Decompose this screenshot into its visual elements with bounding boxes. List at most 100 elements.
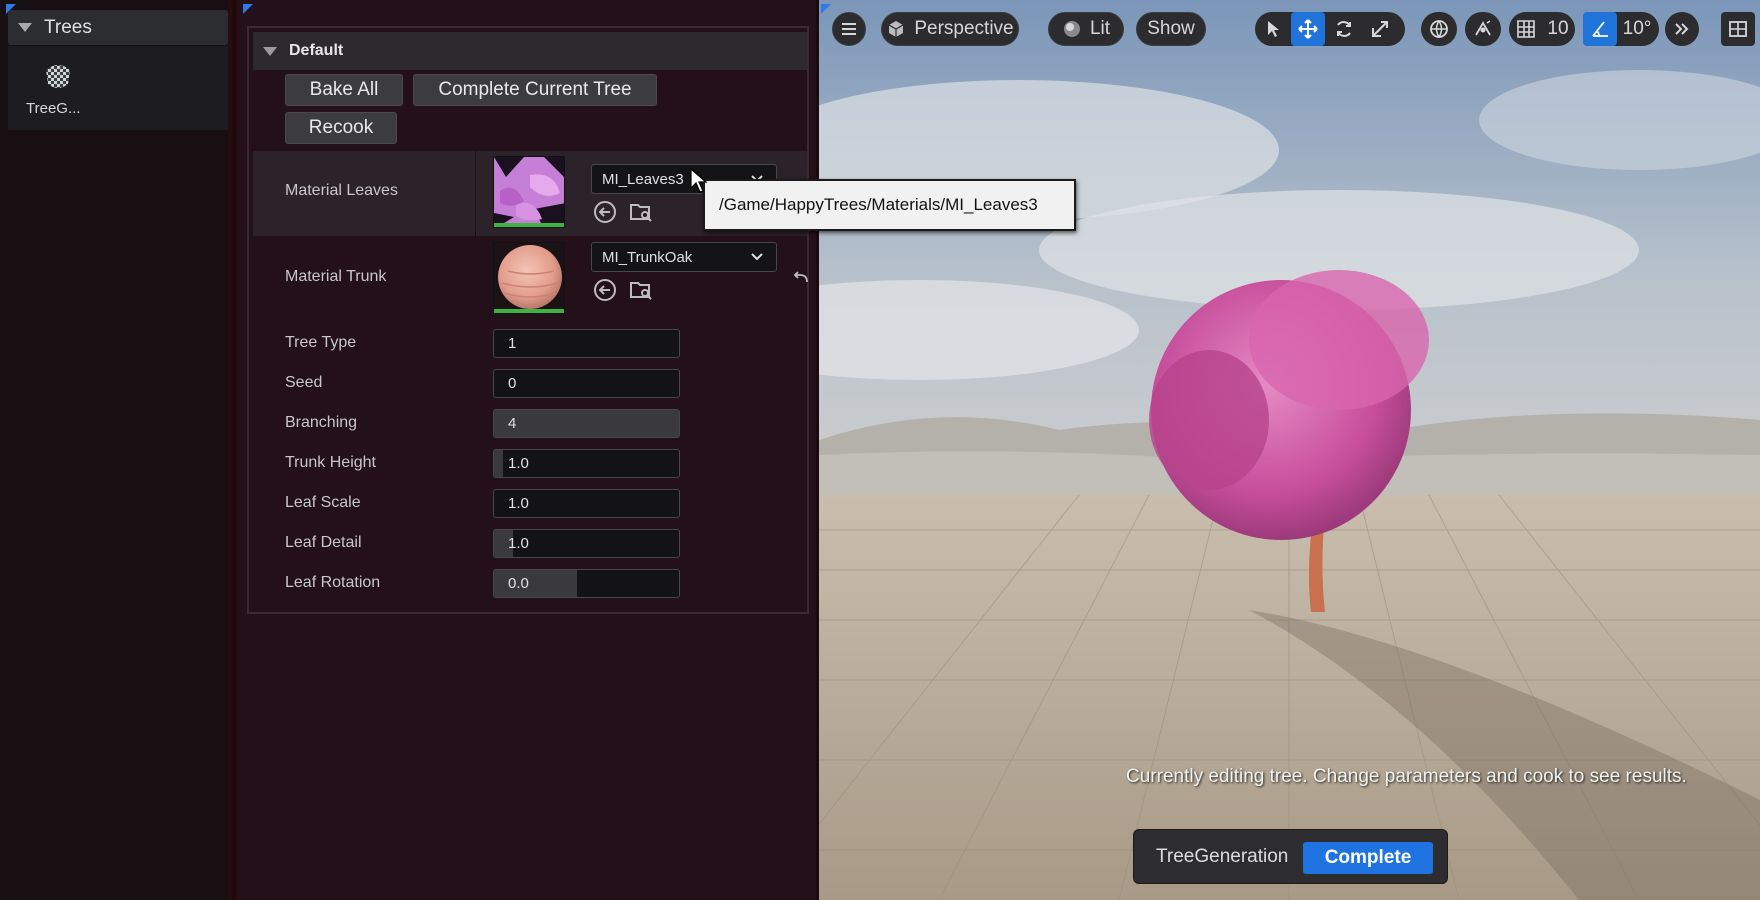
leaf-rotation-label: Leaf Rotation [285,574,381,591]
show-label: Show [1147,18,1195,39]
viewport-layout-button[interactable] [1721,12,1755,46]
seed-field[interactable]: 0 [493,369,680,398]
surface-snap-icon [1475,20,1491,36]
use-selected-asset-icon[interactable] [593,278,617,302]
grid-icon [1517,20,1535,38]
rotation-snap-button[interactable] [1583,12,1617,46]
slider-fill [494,450,504,477]
scale-icon [1372,21,1388,37]
more-options-button[interactable] [1665,12,1699,46]
progress-task-label: TreeGeneration [1156,846,1289,867]
details-panel: Default Bake All Complete Current Tree R… [236,0,816,900]
asset-path-tooltip: /Game/HappyTrees/Materials/MI_Leaves3 [703,179,1076,231]
material-leaves-thumbnail[interactable] [493,156,565,228]
collapse-triangle-icon[interactable] [263,46,277,56]
browse-to-asset-icon[interactable] [629,200,653,224]
world-space-toggle[interactable] [1421,12,1457,46]
select-tool-button[interactable] [1255,12,1291,46]
tree-type-label: Tree Type [285,334,357,351]
globe-icon [1430,20,1448,39]
leaf-scale-field[interactable]: 1.0 [493,489,680,518]
lit-sphere-icon [1063,21,1080,37]
browse-to-asset-icon[interactable] [629,278,653,302]
perspective-label: Perspective [914,18,1014,39]
recook-button[interactable]: Recook [285,112,397,144]
viewport-hint-text: Currently editing tree. Change parameter… [1126,766,1687,787]
seed-value: 0 [508,375,517,392]
grid-snap-group: 10 [1509,12,1575,46]
grid-snap-value[interactable]: 10 [1543,12,1573,46]
leaf-detail-field[interactable]: 1.0 [493,529,680,558]
material-trunk-dropdown[interactable]: MI_TrunkOak [591,242,777,272]
more-options-toggle[interactable] [1665,12,1699,46]
trunk-height-label: Trunk Height [285,454,376,471]
trees-header-label: Trees [44,16,92,38]
move-arrows-icon [1298,19,1318,39]
move-tool-button[interactable] [1291,12,1325,46]
show-button[interactable]: Show [1136,12,1206,46]
lit-mode-button[interactable]: Lit [1048,12,1124,46]
surface-snap-toggle[interactable] [1465,12,1501,46]
double-chevron-right-icon [1675,23,1689,35]
leaf-rotation-field[interactable]: 0.0 [493,569,680,598]
slider-fill [494,410,679,437]
branching-field[interactable]: 4 [493,409,680,438]
complete-current-tree-button[interactable]: Complete Current Tree [413,74,657,106]
material-leaves-label: Material Leaves [285,182,398,199]
bake-all-button[interactable]: Bake All [285,74,403,106]
material-valid-bar [494,309,564,313]
surface-snap-button[interactable] [1465,12,1501,46]
lit-label: Lit [1089,18,1111,39]
tree-asset-tile[interactable]: TreeG... [8,46,228,130]
seed-label: Seed [285,374,323,391]
perspective-button[interactable]: Perspective [881,12,1019,46]
trees-panel: Trees TreeG... [0,0,232,900]
world-space-button[interactable] [1421,12,1457,46]
reset-to-default-icon[interactable] [791,268,811,288]
material-leaves-value: MI_Leaves3 [602,170,684,188]
use-selected-asset-icon[interactable] [593,200,617,224]
status-badge[interactable]: Complete [1303,842,1433,874]
default-section-header[interactable]: Default [253,32,807,70]
grid-snap-button[interactable] [1509,12,1543,46]
rotation-snap-group: 10° [1583,12,1659,46]
tree-asset-icon [46,65,70,88]
rotate-icon [1337,21,1351,37]
leaf-rotation-value: 0.0 [508,575,529,592]
trunk-material-preview-icon [494,243,564,313]
tree-generation-status: TreeGeneration Complete [1133,829,1448,884]
leaf-detail-value: 1.0 [508,535,529,552]
tree-type-value: 1 [508,335,517,352]
material-trunk-thumbnail[interactable] [493,242,565,314]
leaf-scale-value: 1.0 [508,495,529,512]
rotate-tool-button[interactable] [1325,12,1363,46]
tree-asset-label: TreeG... [26,100,81,117]
leaf-scale-label: Leaf Scale [285,494,361,511]
leaf-detail-label: Leaf Detail [285,534,362,551]
viewport-menu-button[interactable] [832,12,866,46]
transform-tools-group [1255,12,1405,46]
chevron-down-icon [751,253,763,261]
panel-corner-marker [243,4,253,14]
viewport-scene [819,0,1760,900]
mouse-cursor-icon [690,168,708,193]
branching-value: 4 [508,415,517,432]
section-title: Default [289,42,344,59]
angle-icon [1592,21,1608,37]
slider-fill [494,570,578,597]
details-frame: Default Bake All Complete Current Tree R… [247,26,809,614]
viewport-corner-marker [821,4,831,14]
level-viewport[interactable]: Perspective Lit Show 10 10° Currently ed… [819,0,1760,900]
pointer-icon [1268,21,1279,37]
rotation-snap-value[interactable]: 10° [1617,12,1657,46]
editor-window: Trees TreeG... Default Bake All Complete… [0,0,1760,900]
trees-category-header[interactable]: Trees [8,10,228,45]
material-trunk-value: MI_TrunkOak [602,248,693,266]
trunk-height-value: 1.0 [508,455,529,472]
collapse-triangle-icon[interactable] [18,23,32,32]
trunk-height-field[interactable]: 1.0 [493,449,680,478]
viewport-layout-toggle[interactable] [1721,12,1755,46]
tree-type-field[interactable]: 1 [493,329,680,358]
scale-tool-button[interactable] [1363,12,1397,46]
branching-label: Branching [285,414,358,431]
